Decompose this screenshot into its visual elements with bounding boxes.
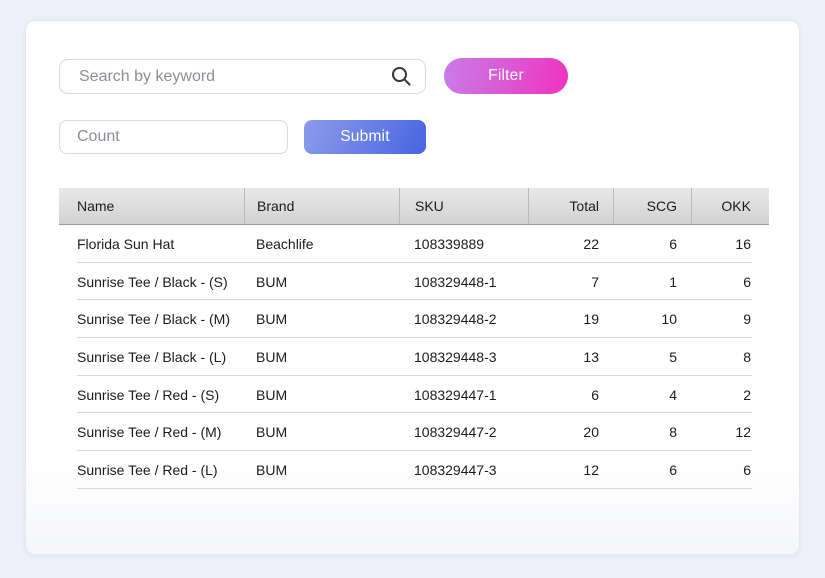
column-header-brand: Brand — [244, 188, 399, 224]
cell-sku: 108329447-3 — [399, 451, 528, 489]
cell-brand: BUM — [244, 413, 399, 451]
cell-total: 19 — [528, 300, 613, 338]
cell-scg: 5 — [613, 338, 691, 376]
cell-scg: 8 — [613, 413, 691, 451]
cell-okk: 6 — [691, 263, 769, 301]
cell-name: Sunrise Tee / Red - (M) — [59, 413, 244, 451]
cell-brand: BUM — [244, 263, 399, 301]
column-header-okk: OKK — [691, 188, 769, 224]
table-row: Sunrise Tee / Red - (M) BUM 108329447-2 … — [59, 413, 769, 451]
cell-sku: 108329448-3 — [399, 338, 528, 376]
cell-sku: 108329448-1 — [399, 263, 528, 301]
cell-okk: 12 — [691, 413, 769, 451]
cell-okk: 6 — [691, 451, 769, 489]
table-row: Sunrise Tee / Black - (M) BUM 108329448-… — [59, 300, 769, 338]
cell-scg: 6 — [613, 451, 691, 489]
cell-name: Sunrise Tee / Red - (S) — [59, 376, 244, 414]
count-field-wrap — [59, 120, 288, 154]
cell-sku: 108329447-1 — [399, 376, 528, 414]
cell-name: Florida Sun Hat — [59, 225, 244, 263]
cell-scg: 4 — [613, 376, 691, 414]
cell-scg: 10 — [613, 300, 691, 338]
cell-total: 20 — [528, 413, 613, 451]
table-row: Florida Sun Hat Beachlife 108339889 22 6… — [59, 225, 769, 263]
search-icon[interactable] — [389, 64, 413, 88]
cell-okk: 8 — [691, 338, 769, 376]
cell-name: Sunrise Tee / Black - (M) — [59, 300, 244, 338]
table-header-row: Name Brand SKU Total SCG OKK — [59, 188, 769, 225]
cell-total: 13 — [528, 338, 613, 376]
panel: Filter Submit Name Brand SKU Total SCG O… — [25, 20, 800, 555]
column-header-name: Name — [59, 188, 244, 224]
cell-name: Sunrise Tee / Black - (L) — [59, 338, 244, 376]
search-field-wrap — [59, 59, 426, 94]
submit-button[interactable]: Submit — [304, 120, 426, 154]
cell-okk: 2 — [691, 376, 769, 414]
cell-okk: 9 — [691, 300, 769, 338]
search-input[interactable] — [59, 59, 426, 94]
column-header-total: Total — [528, 188, 613, 224]
cell-name: Sunrise Tee / Black - (S) — [59, 263, 244, 301]
cell-total: 12 — [528, 451, 613, 489]
cell-total: 7 — [528, 263, 613, 301]
cell-brand: BUM — [244, 300, 399, 338]
cell-brand: BUM — [244, 451, 399, 489]
table-row: Sunrise Tee / Red - (S) BUM 108329447-1 … — [59, 376, 769, 414]
cell-sku: 108329448-2 — [399, 300, 528, 338]
table-row: Sunrise Tee / Black - (L) BUM 108329448-… — [59, 338, 769, 376]
column-header-sku: SKU — [399, 188, 528, 224]
cell-scg: 6 — [613, 225, 691, 263]
cell-brand: Beachlife — [244, 225, 399, 263]
filter-button[interactable]: Filter — [444, 58, 568, 94]
products-table: Name Brand SKU Total SCG OKK Florida Sun… — [59, 188, 769, 489]
table-row: Sunrise Tee / Black - (S) BUM 108329448-… — [59, 263, 769, 301]
count-input[interactable] — [59, 120, 288, 154]
column-header-scg: SCG — [613, 188, 691, 224]
table-row: Sunrise Tee / Red - (L) BUM 108329447-3 … — [59, 451, 769, 489]
cell-scg: 1 — [613, 263, 691, 301]
cell-okk: 16 — [691, 225, 769, 263]
cell-total: 6 — [528, 376, 613, 414]
cell-name: Sunrise Tee / Red - (L) — [59, 451, 244, 489]
cell-brand: BUM — [244, 338, 399, 376]
cell-total: 22 — [528, 225, 613, 263]
cell-brand: BUM — [244, 376, 399, 414]
cell-sku: 108339889 — [399, 225, 528, 263]
cell-sku: 108329447-2 — [399, 413, 528, 451]
